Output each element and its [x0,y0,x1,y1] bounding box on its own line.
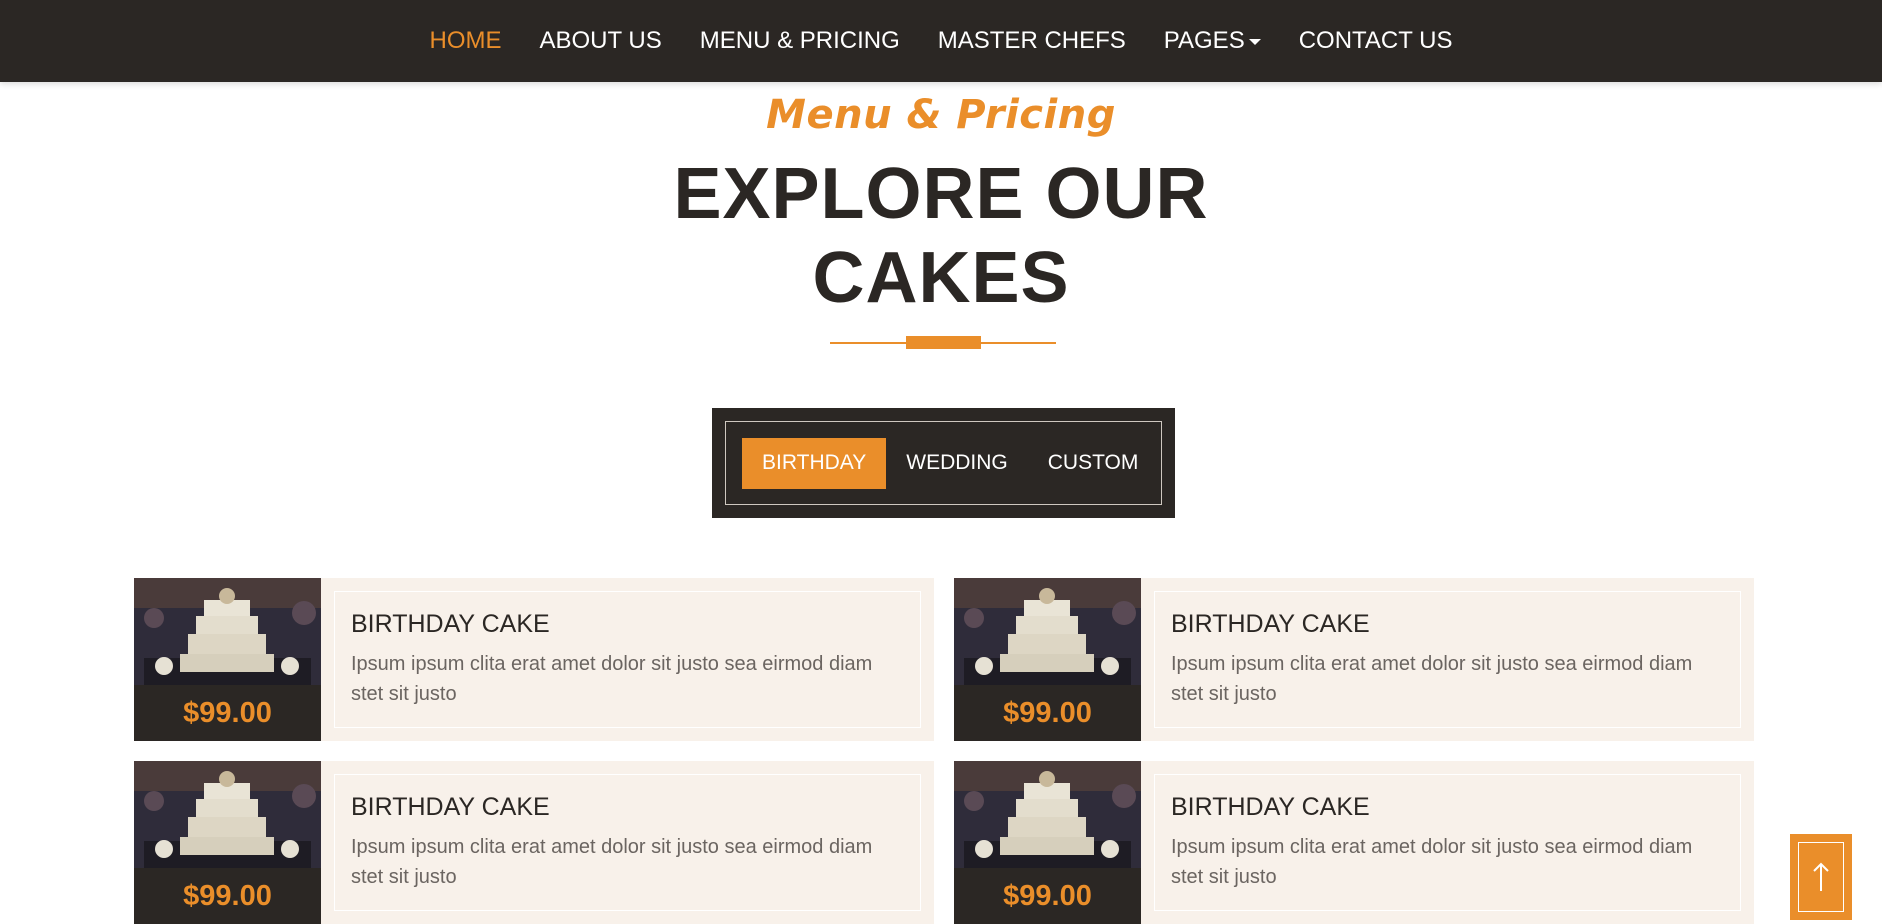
item-description: Ipsum ipsum clita erat amet dolor sit ju… [351,836,873,888]
nav-item-home[interactable]: HOME [430,27,502,55]
nav-menu: HOME ABOUT US MENU & PRICING MASTER CHEF… [411,0,1472,82]
price-tag: $99.00 [954,685,1141,741]
tab-birthday[interactable]: BIRTHDAY [742,437,887,489]
nav-item-label: MENU & PRICING [699,27,900,54]
nav-item-label: ABOUT US [539,27,662,54]
item-name: BIRTHDAY CAKE [351,610,550,638]
category-tabs: BIRTHDAY WEDDING CUSTOM [712,408,1175,518]
item-name: BIRTHDAY CAKE [1171,793,1370,821]
arrow-up-icon [1813,862,1829,891]
nav-item-label: PAGES [1163,27,1245,54]
nav-item-label: HOME [429,27,502,54]
item-description: Ipsum ipsum clita erat amet dolor sit ju… [1171,836,1693,888]
back-to-top-inner [1798,842,1844,912]
card-content: BIRTHDAY CAKE Ipsum ipsum clita erat ame… [1154,774,1741,911]
section-title: EXPLORE OUR CAKES [0,152,1882,320]
section-subtitle: Menu & Pricing [766,92,1116,138]
section-title-line: EXPLORE OUR [673,154,1209,234]
divider-block [906,336,981,349]
item-description: Ipsum ipsum clita erat amet dolor sit ju… [1171,653,1693,705]
item-description: Ipsum ipsum clita erat amet dolor sit ju… [351,653,873,705]
nav-item-pages-dropdown[interactable]: PAGES [1164,27,1261,55]
back-to-top-button[interactable] [1790,834,1852,920]
nav-item-about-us[interactable]: ABOUT US [540,27,662,55]
top-navbar: HOME ABOUT US MENU & PRICING MASTER CHEF… [0,0,1882,82]
caret-down-icon [1248,39,1261,45]
card-content: BIRTHDAY CAKE Ipsum ipsum clita erat ame… [334,591,921,728]
item-name: BIRTHDAY CAKE [351,793,550,821]
title-divider [830,336,1056,350]
item-name: BIRTHDAY CAKE [1171,610,1370,638]
nav-item-label: MASTER CHEFS [937,27,1126,54]
nav-item-label: CONTACT US [1298,27,1453,54]
menu-item-card[interactable]: $99.00 BIRTHDAY CAKE Ipsum ipsum clita e… [134,761,934,924]
tab-wedding[interactable]: WEDDING [886,438,1028,489]
card-content: BIRTHDAY CAKE Ipsum ipsum clita erat ame… [1154,591,1741,728]
price-tag: $99.00 [134,868,321,924]
price-tag: $99.00 [954,868,1141,924]
nav-item-master-chefs[interactable]: MASTER CHEFS [938,27,1126,55]
menu-item-card[interactable]: $99.00 BIRTHDAY CAKE Ipsum ipsum clita e… [134,578,934,741]
nav-item-contact-us[interactable]: CONTACT US [1299,27,1453,55]
section-title-line: CAKES [812,238,1070,318]
category-tabs-inner: BIRTHDAY WEDDING CUSTOM [725,421,1162,505]
price-tag: $99.00 [134,685,321,741]
card-content: BIRTHDAY CAKE Ipsum ipsum clita erat ame… [334,774,921,911]
menu-item-card[interactable]: $99.00 BIRTHDAY CAKE Ipsum ipsum clita e… [954,578,1754,741]
menu-item-card[interactable]: $99.00 BIRTHDAY CAKE Ipsum ipsum clita e… [954,761,1754,924]
tab-custom[interactable]: CUSTOM [1028,438,1159,489]
nav-item-menu-pricing[interactable]: MENU & PRICING [700,27,900,55]
